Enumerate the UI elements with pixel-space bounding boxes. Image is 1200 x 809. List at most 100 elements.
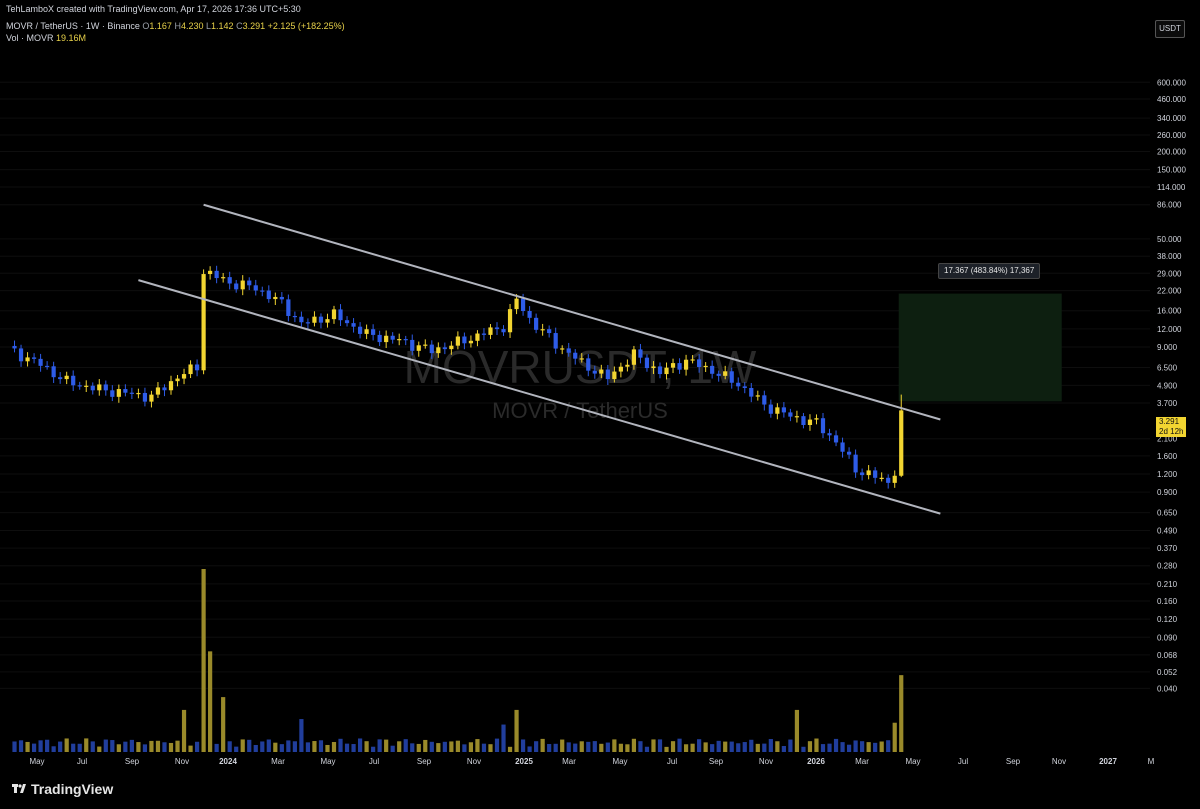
symbol-legend[interactable]: MOVR / TetherUS · 1W · Binance O1.167 H4… [6,21,345,31]
candle-body [573,352,578,359]
candle-body [71,375,76,386]
time-tick-label: 2024 [219,757,237,766]
volume-bar [507,746,513,752]
candle-body [886,477,891,483]
price-tick-label: 16.000 [1157,307,1182,316]
volume-bar [344,743,350,752]
candle-body [762,395,767,405]
volume-bar [423,739,428,752]
volume-bar [64,738,69,752]
volume-bar [234,746,239,752]
time-tick-label: Sep [709,757,724,766]
volume-bar [729,741,734,752]
candle-body [475,333,480,341]
volume-bar [579,741,584,752]
volume-bar [612,739,617,752]
candle-body [670,363,676,368]
price-tick-label: 3.700 [1157,399,1178,408]
candle-body [253,285,258,291]
time-tick-label: Nov [1052,757,1066,766]
candle-body [840,442,845,452]
volume-bar [116,744,121,752]
volume-bar [527,746,532,752]
volume-bar [814,738,819,752]
volume-legend[interactable]: Vol · MOVR 19.16M [6,33,86,43]
currency-button[interactable]: USDT [1155,20,1185,38]
time-tick-label: Jul [667,757,677,766]
price-axis[interactable]: 600.000 460.000 340.000 260.000 200.000 150.0… [1150,0,1200,773]
candle-body [846,451,852,455]
price-tick-label: 0.490 [1157,526,1178,535]
candle-body [351,323,356,327]
candle-body [547,329,552,334]
volume-bar [742,742,747,752]
volume-bar [123,741,128,752]
candle-body [899,410,904,476]
price-tick-label: 22.000 [1157,287,1182,296]
volume-bar [371,746,376,752]
volume-bar [416,743,421,752]
candle-body [273,296,278,300]
candle-body [801,416,806,426]
candle-body [560,348,565,350]
candle-body [214,270,219,279]
volume-value: 19.16M [56,33,87,43]
volume-bar [286,740,291,752]
candle-body [638,349,643,358]
candle-body [807,419,813,426]
candle-body [84,385,89,387]
volume-bar [103,739,108,752]
price-tick-label: 114.000 [1157,183,1186,192]
volume-bar [553,743,558,752]
candle-body [749,388,754,397]
time-tick-label: May [905,757,920,766]
candle-body [644,357,650,369]
volume-bar [573,743,578,752]
volume-bar [325,744,330,752]
volume-bar [833,738,839,752]
volume-bar [501,724,506,752]
volume-bar [899,675,904,752]
price-chart[interactable]: MOVRUSDT, 1W MOVR / TetherUS 600.000460.… [0,0,1200,773]
candle-body [142,392,148,402]
candle-body [657,366,663,375]
price-tick-label: 0.370 [1157,544,1178,553]
tradingview-brand[interactable]: TradingView [31,781,113,797]
volume-bar [436,743,441,752]
candle-body [599,369,604,374]
volume-bar [657,739,663,752]
volume-bar [38,740,43,752]
volume-bar [168,742,174,752]
price-tick-label: 38.000 [1157,252,1182,261]
candle-body [194,364,200,371]
volume-bar [71,743,76,752]
price-tick-label: 29.000 [1157,269,1182,278]
time-tick-label: 2026 [807,757,825,766]
volume-bar [240,739,245,752]
price-tick-label: 12.000 [1157,325,1182,334]
volume-bar [77,743,82,752]
candle-body [247,280,252,286]
candle-body [38,358,43,366]
price-tick-label: 260.000 [1157,131,1186,140]
candle-body [820,418,826,434]
candle-body [605,369,610,380]
volume-bar [670,741,676,752]
candle-body [103,384,108,391]
candle-body [507,309,513,333]
volume-bar [468,742,474,752]
candle-body [716,373,721,376]
candle-body [31,357,37,359]
price-tick-label: 0.160 [1157,597,1178,606]
candle-body [305,322,311,324]
price-tick-label: 340.000 [1157,114,1186,123]
candle-body [527,311,532,318]
candle-body [625,364,630,367]
tradingview-logo-icon[interactable] [12,782,26,796]
candle-body [292,315,297,318]
target-zone-rect [898,293,1062,402]
volume-bar [214,743,219,752]
price-tick-label: 0.280 [1157,562,1178,571]
candle-body [338,309,343,321]
candle-body [436,347,441,354]
